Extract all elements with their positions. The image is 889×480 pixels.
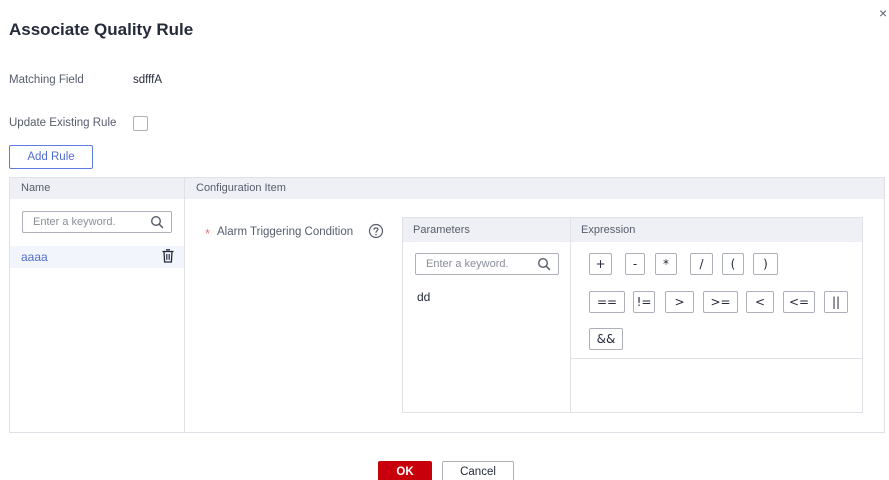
column-header-name: Name xyxy=(21,182,51,194)
operator-or-button[interactable]: || xyxy=(824,291,848,313)
update-existing-rule-label: Update Existing Rule xyxy=(9,117,117,129)
add-rule-button[interactable]: Add Rule xyxy=(9,145,93,169)
parameters-header: Parameters xyxy=(413,224,470,236)
help-icon[interactable] xyxy=(368,223,384,239)
parameter-item-dd[interactable]: dd xyxy=(417,290,430,304)
close-icon[interactable]: × xyxy=(879,6,887,20)
condition-editor-header: Parameters Expression xyxy=(403,218,862,242)
rule-search-input[interactable] xyxy=(33,215,133,229)
ok-button[interactable]: OK xyxy=(378,461,432,480)
expression-divider xyxy=(570,358,863,359)
rule-search-box[interactable] xyxy=(22,211,172,233)
matching-field-label: Matching Field xyxy=(9,74,84,86)
operator-less-equal-button[interactable]: <= xyxy=(783,291,815,313)
parameter-search-box[interactable] xyxy=(415,253,559,275)
alarm-triggering-condition-label: Alarm Triggering Condition xyxy=(217,226,354,238)
cancel-button[interactable]: Cancel xyxy=(442,461,514,480)
condition-editor: Parameters Expression dd + - * / ( ) == … xyxy=(402,217,863,413)
column-divider xyxy=(184,178,185,432)
rule-table-header: Name Configuration Item xyxy=(10,178,884,199)
operator-less-button[interactable]: < xyxy=(746,291,774,313)
operator-close-paren-button[interactable]: ) xyxy=(753,253,778,275)
parameter-search-input[interactable] xyxy=(426,257,526,271)
matching-field-value: sdfffA xyxy=(133,74,162,86)
operator-multiply-button[interactable]: * xyxy=(655,253,677,275)
operator-open-paren-button[interactable]: ( xyxy=(722,253,744,275)
column-header-configuration-item: Configuration Item xyxy=(196,182,286,194)
dialog-title: Associate Quality Rule xyxy=(9,20,194,39)
operator-and-button[interactable]: && xyxy=(589,328,623,350)
search-icon[interactable] xyxy=(150,215,164,229)
rule-name[interactable]: aaaa xyxy=(21,250,48,264)
operator-greater-button[interactable]: > xyxy=(665,291,694,313)
required-mark: * xyxy=(205,226,211,241)
operator-greater-equal-button[interactable]: >= xyxy=(703,291,738,313)
operator-minus-button[interactable]: - xyxy=(625,253,645,275)
rule-list-item[interactable]: aaaa xyxy=(10,246,184,268)
expression-header: Expression xyxy=(581,224,636,236)
operator-plus-button[interactable]: + xyxy=(589,253,612,275)
associate-quality-rule-dialog: × Associate Quality Rule Matching Field … xyxy=(0,0,889,480)
operator-equals-button[interactable]: == xyxy=(589,291,625,313)
operator-divide-button[interactable]: / xyxy=(690,253,713,275)
trash-icon[interactable] xyxy=(160,248,176,264)
operator-not-equals-button[interactable]: != xyxy=(633,291,655,313)
search-icon[interactable] xyxy=(537,257,551,271)
update-existing-rule-checkbox[interactable] xyxy=(133,116,148,131)
condition-editor-divider xyxy=(570,218,571,412)
